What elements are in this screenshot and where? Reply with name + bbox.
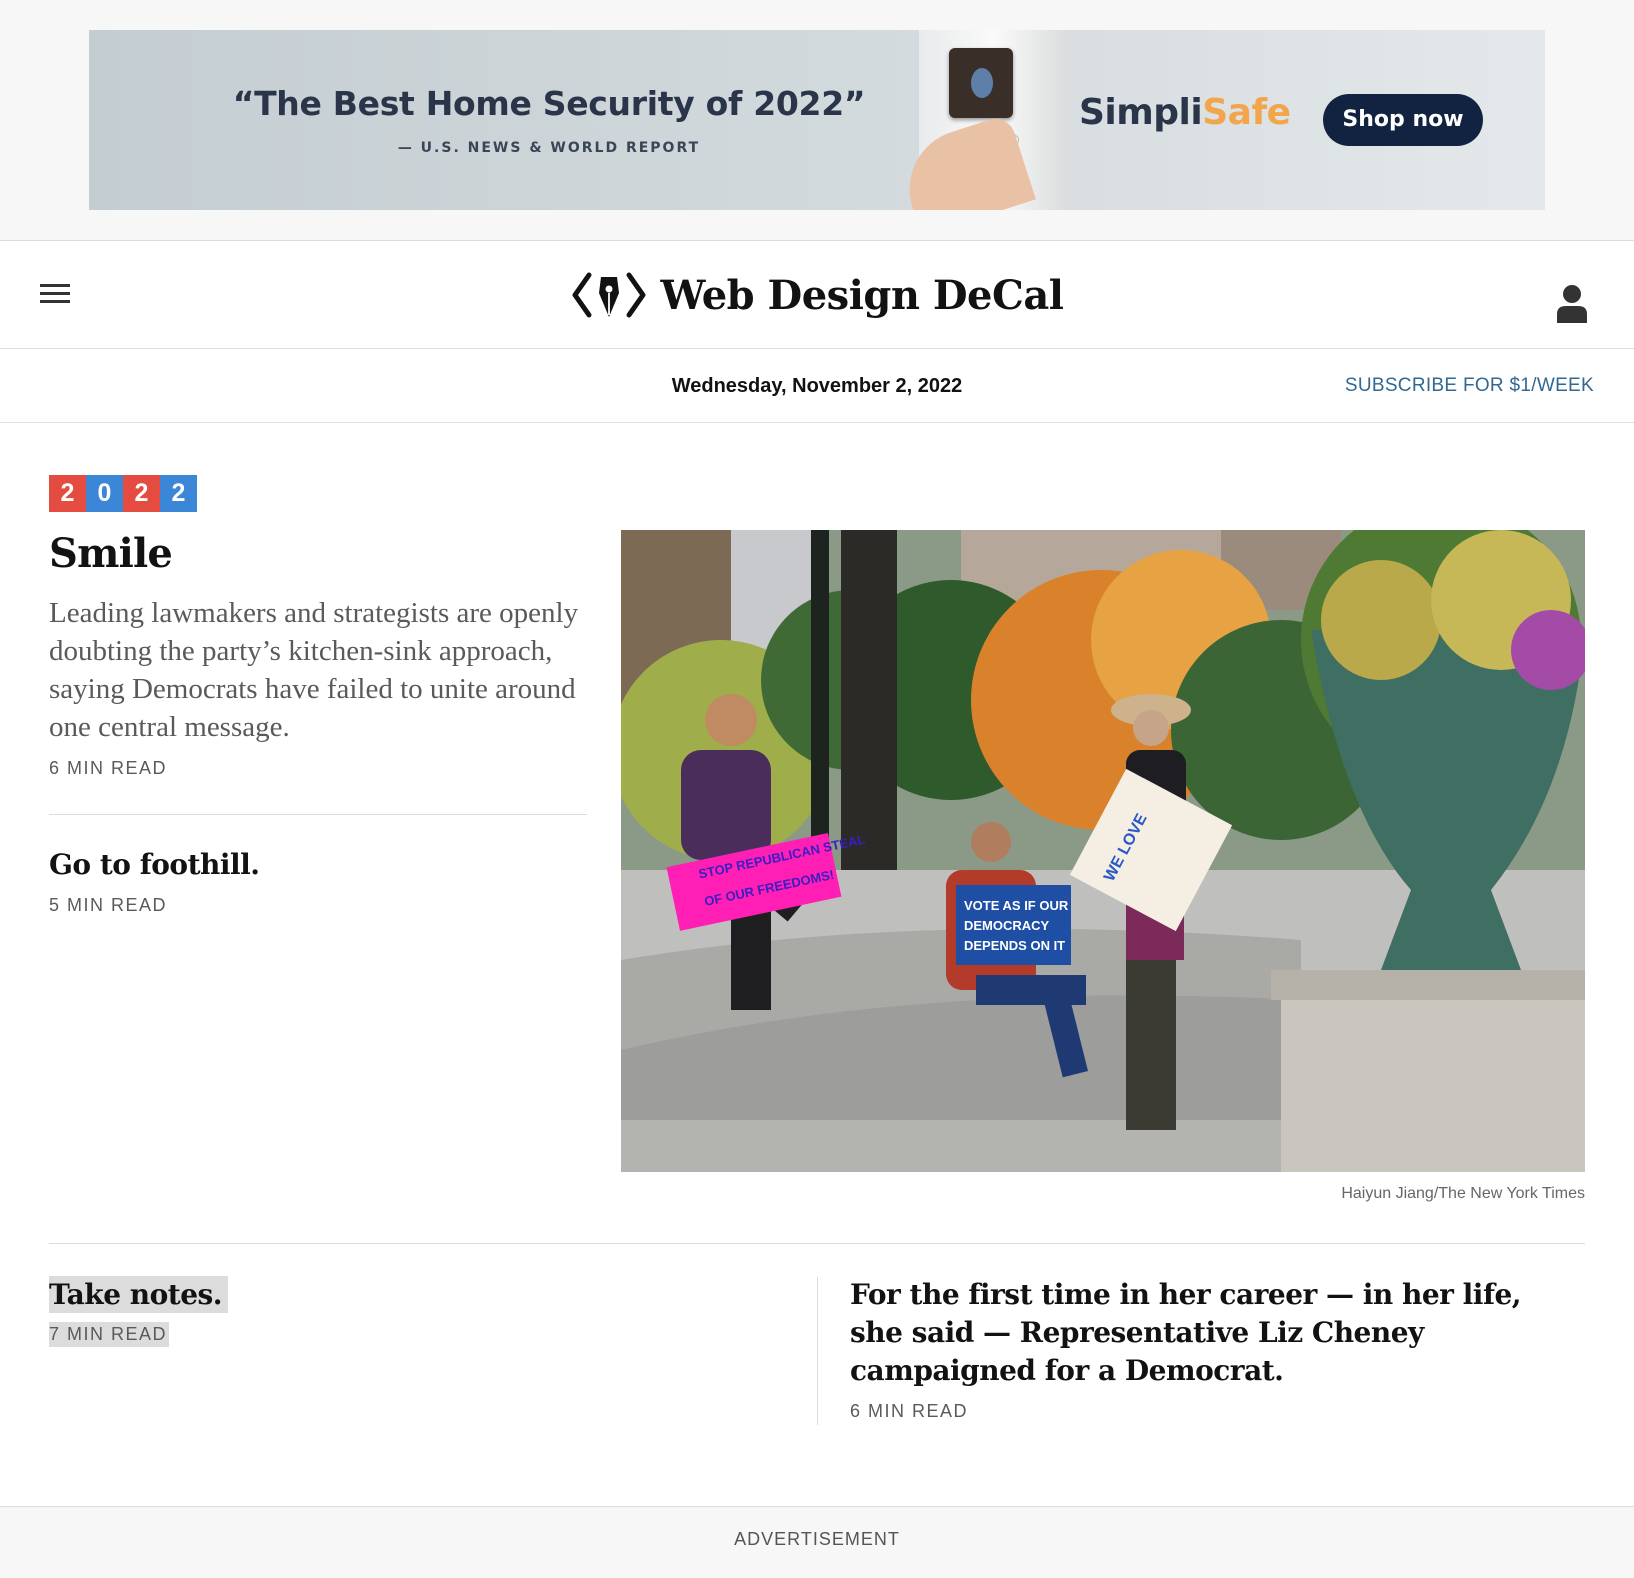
main-story-photo[interactable]: STOP REPUBLICAN STEAL OF OUR FREEDOMS! V… — [621, 530, 1585, 1172]
subscribe-link[interactable]: SUBSCRIBE FOR $1/WEEK — [1345, 375, 1594, 397]
user-account-icon[interactable] — [1556, 283, 1588, 323]
ad-brand-part1: Simpli — [1079, 92, 1203, 133]
svg-text:DEPENDS ON IT: DEPENDS ON IT — [964, 938, 1065, 953]
badge-digit: 2 — [160, 475, 197, 512]
bottom-story-headline[interactable]: Take notes. — [49, 1276, 229, 1313]
ad-source: — U.S. NEWS & WORLD REPORT — [397, 140, 701, 156]
top-ad-region: “The Best Home Security of 2022” — U.S. … — [0, 0, 1634, 241]
site-title: Web Design DeCal — [660, 271, 1064, 319]
shop-now-button[interactable]: Shop now — [1323, 94, 1483, 146]
svg-text:DEMOCRACY: DEMOCRACY — [964, 918, 1050, 933]
simplisafe-ad-banner[interactable]: “The Best Home Security of 2022” — U.S. … — [89, 30, 1545, 210]
secondary-story-headline[interactable]: Go to foothill. — [49, 848, 260, 881]
column-divider — [817, 1277, 818, 1425]
badge-digit: 2 — [49, 475, 86, 512]
protesters-photo-illustration: STOP REPUBLICAN STEAL OF OUR FREEDOMS! V… — [621, 530, 1585, 1172]
bottom-story-headline[interactable]: For the first time in her career — in he… — [850, 1276, 1570, 1390]
pen-nib-brackets-logo-icon — [572, 272, 646, 318]
masthead: Web Design DeCal — [0, 241, 1634, 349]
secondary-story-read-time: 5 MIN READ — [49, 895, 168, 915]
bottom-story-read-time: 6 MIN READ — [850, 1401, 969, 1421]
hand-image — [894, 113, 1036, 210]
brand: Web Design DeCal — [0, 267, 1634, 328]
election-2022-badge: 2 0 2 2 — [49, 475, 197, 512]
advertisement-label: ADVERTISEMENT — [734, 1529, 900, 1549]
svg-text:VOTE AS IF OUR: VOTE AS IF OUR — [964, 898, 1069, 913]
main-story-headline[interactable]: Smile — [49, 530, 173, 577]
main-story-read-time: 6 MIN READ — [49, 758, 168, 778]
keypad-panel — [949, 48, 1013, 118]
bottom-ad-region: ADVERTISEMENT — [0, 1506, 1634, 1578]
story-divider — [49, 814, 587, 815]
date-bar: Wednesday, November 2, 2022 SUBSCRIBE FO… — [0, 349, 1634, 423]
badge-digit: 0 — [86, 475, 123, 512]
ad-brand-logo: SimpliSafe — [1079, 92, 1291, 133]
brand-link[interactable]: Web Design DeCal — [571, 267, 1064, 323]
main-story-summary[interactable]: Leading lawmakers and strategists are op… — [49, 594, 589, 746]
ad-brand-part2: Safe — [1202, 92, 1291, 133]
photo-credit: Haiyun Jiang/The New York Times — [1341, 1185, 1585, 1202]
ad-quote: “The Best Home Security of 2022” — [232, 84, 866, 123]
keypad-device-image — [894, 30, 1069, 210]
section-divider — [49, 1243, 1585, 1244]
badge-digit: 2 — [123, 475, 160, 512]
bottom-story-read-time: 7 MIN READ — [49, 1322, 170, 1347]
